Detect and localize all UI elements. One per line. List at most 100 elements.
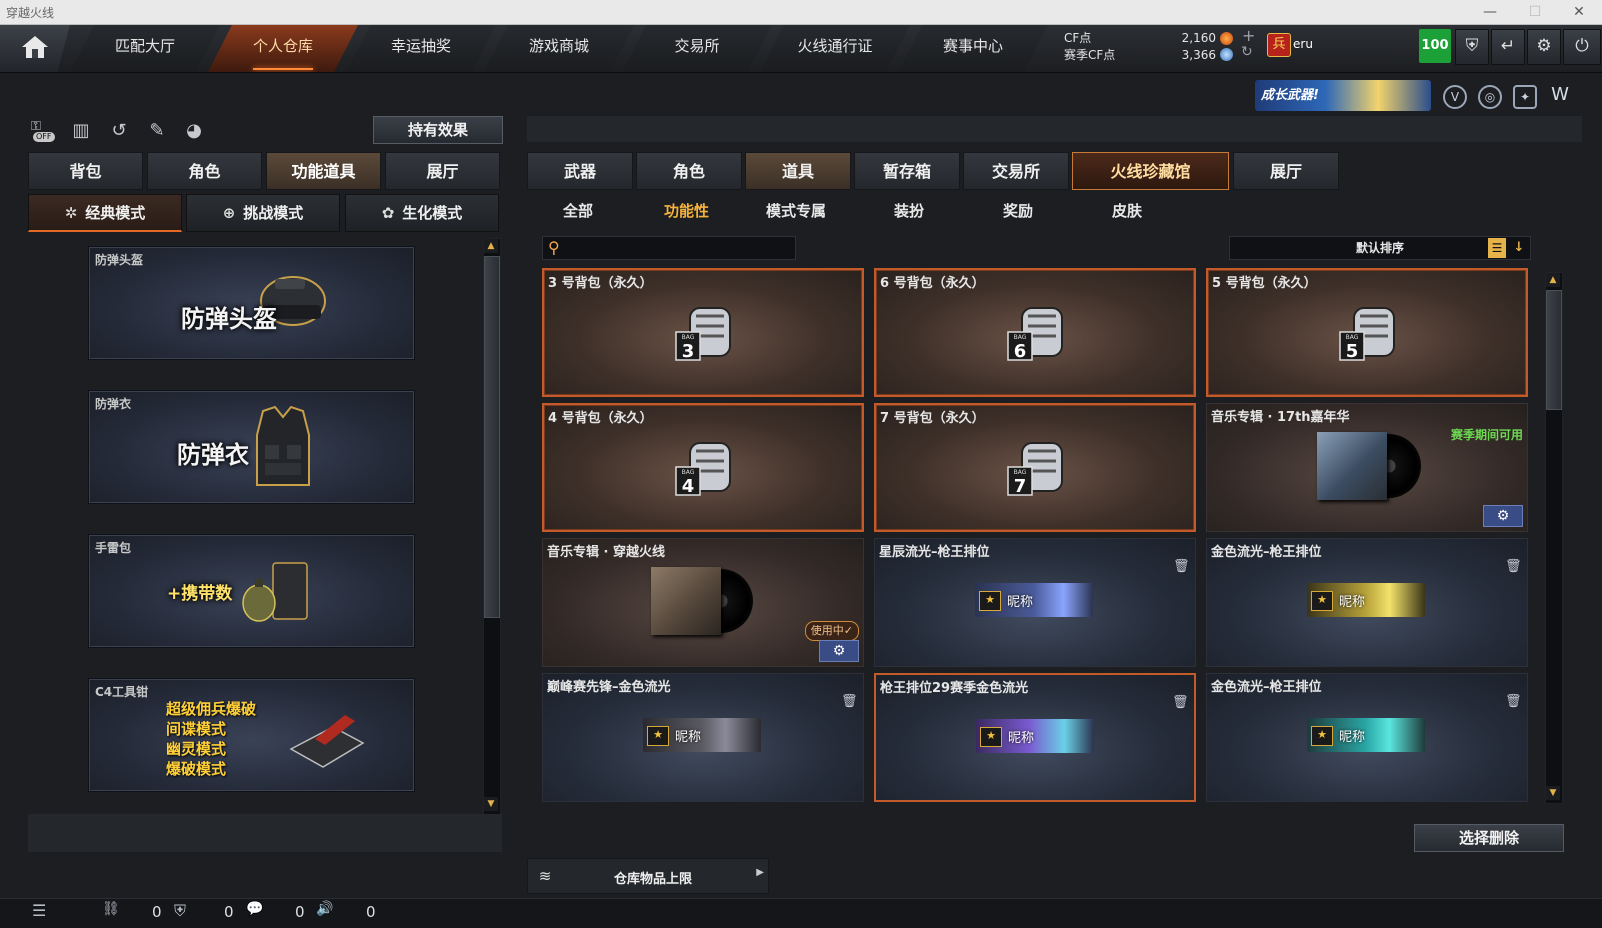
sort-dropdown[interactable]: 默认排序 ☰ ↓ bbox=[1229, 236, 1531, 260]
left-tab-character[interactable]: 角色 bbox=[147, 152, 262, 190]
sort-down-icon[interactable]: ↓ bbox=[1510, 238, 1528, 258]
item-card[interactable]: 星辰流光–枪王排位 🗑 ★ 昵称 bbox=[874, 538, 1196, 667]
maximize-button[interactable]: ☐ bbox=[1513, 2, 1557, 22]
binoculars-icon[interactable]: ⛓ bbox=[102, 901, 120, 917]
mode-tab-biochemical[interactable]: ✿ 生化模式 bbox=[345, 194, 499, 232]
hold-effect-button[interactable]: 持有效果 bbox=[373, 116, 503, 144]
nav-tab-match-lobby[interactable]: 匹配大厅 bbox=[70, 25, 220, 72]
item-card[interactable]: 金色流光–枪王排位 🗑 ★ 昵称 bbox=[1206, 538, 1528, 667]
item-title: 巅峰赛先锋–金色流光 bbox=[547, 680, 671, 695]
cf-coin-icon bbox=[1220, 32, 1233, 45]
subtab-functional[interactable]: 功能性 bbox=[664, 200, 709, 221]
shield-icon[interactable]: ⛨ bbox=[174, 901, 186, 921]
warehouse-limit-bar[interactable]: ≋ 仓库物品上限 ▶ bbox=[527, 858, 769, 894]
right-tab-weapons[interactable]: 武器 bbox=[527, 152, 633, 190]
refresh-icon[interactable]: ↻ bbox=[1241, 44, 1253, 60]
left-scrollbar-thumb[interactable] bbox=[484, 256, 500, 618]
bag-number: 6 bbox=[1014, 341, 1027, 362]
toggle-off-icon[interactable]: ⚿ OFF bbox=[31, 118, 57, 144]
grenade-icon[interactable]: ◕ bbox=[181, 118, 207, 144]
trash-icon[interactable]: 🗑 bbox=[1173, 559, 1190, 575]
subtab-mode-exclusive[interactable]: 模式专属 bbox=[766, 200, 826, 221]
item-card[interactable]: 金色流光–枪王排位 🗑 ★ 昵称 bbox=[1206, 673, 1528, 802]
subtab-all[interactable]: 全部 bbox=[563, 200, 593, 221]
right-tab-character[interactable]: 角色 bbox=[636, 152, 742, 190]
right-tab-items[interactable]: 道具 bbox=[745, 152, 851, 190]
nickname-label: 昵称 bbox=[1008, 731, 1035, 746]
select-delete-button[interactable]: 选择删除 bbox=[1414, 824, 1564, 852]
menu-list-icon[interactable]: ☰ bbox=[32, 901, 46, 920]
item-settings-button[interactable]: ⚙ bbox=[819, 640, 859, 662]
emblem-icon: ★ bbox=[647, 726, 669, 746]
nav-tab-lucky-draw[interactable]: 幸运抽奖 bbox=[346, 25, 496, 72]
equip-card-grenade-pack[interactable]: 手雷包 +携带数 bbox=[88, 534, 415, 648]
star-badge-icon[interactable]: ✦ bbox=[1513, 85, 1537, 109]
home-button[interactable] bbox=[0, 25, 70, 72]
list-view-icon[interactable]: ☰ bbox=[1488, 238, 1506, 258]
item-card[interactable]: 6 号背包（永久） BAG 6 bbox=[874, 268, 1196, 397]
left-tab-functional-items[interactable]: 功能道具 bbox=[266, 152, 381, 190]
left-scroll-down-icon[interactable]: ▼ bbox=[484, 797, 498, 811]
left-tab-showroom[interactable]: 展厅 bbox=[385, 152, 500, 190]
trash-icon[interactable]: 🗑 bbox=[1505, 559, 1522, 575]
trash-icon[interactable]: 🗑 bbox=[1172, 695, 1189, 711]
nav-tab-exchange[interactable]: 交易所 bbox=[622, 25, 772, 72]
item-settings-button[interactable]: ⚙ bbox=[1483, 505, 1523, 527]
nav-tab-personal-warehouse[interactable]: 个人仓库 bbox=[208, 25, 358, 72]
growth-weapon-banner[interactable]: 成长武器! bbox=[1255, 80, 1431, 111]
badge-v-icon[interactable]: V bbox=[1443, 85, 1467, 109]
nav-tab-battle-pass[interactable]: 火线通行证 bbox=[760, 25, 910, 72]
item-card[interactable]: 巅峰赛先锋–金色流光 🗑 ★ 昵称 bbox=[542, 673, 864, 802]
bag-number: 5 bbox=[1346, 341, 1359, 362]
right-tab-showroom[interactable]: 展厅 bbox=[1233, 152, 1339, 190]
left-scroll-up-icon[interactable]: ▲ bbox=[484, 239, 498, 253]
subtab-skins[interactable]: 皮肤 bbox=[1112, 200, 1142, 221]
item-card[interactable]: 音乐专辑 · 穿越火线 使用中✓ ⚙ bbox=[542, 538, 864, 667]
right-scroll-up-icon[interactable]: ▲ bbox=[1546, 273, 1560, 287]
item-card[interactable]: 7 号背包（永久） BAG 7 bbox=[874, 403, 1196, 532]
ranking-icon[interactable]: ▥ bbox=[68, 118, 94, 144]
history-icon[interactable]: ↺ bbox=[106, 118, 132, 144]
speaker-icon[interactable]: 🔊 bbox=[316, 901, 333, 917]
equip-card-c4-pliers[interactable]: C4工具钳 超级佣兵爆破 间谍模式 幽灵模式 爆破模式 bbox=[88, 678, 415, 792]
spray-icon[interactable]: ✎ bbox=[144, 118, 170, 144]
nav-tab-game-store[interactable]: 游戏商城 bbox=[484, 25, 634, 72]
item-card[interactable]: 5 号背包（永久） BAG 5 bbox=[1206, 268, 1528, 397]
trash-icon[interactable]: 🗑 bbox=[1505, 694, 1522, 710]
chat-icon[interactable]: 💬 bbox=[246, 901, 263, 917]
right-tab-collection[interactable]: 火线珍藏馆 bbox=[1072, 152, 1229, 190]
shield-icon[interactable]: ⛨ bbox=[1455, 29, 1489, 65]
mode-tab-challenge[interactable]: ⊕ 挑战模式 bbox=[186, 194, 340, 232]
item-card[interactable]: 音乐专辑 · 17th嘉年华 赛季期间可用 ⚙ bbox=[1206, 403, 1528, 532]
nickname-label: 昵称 bbox=[1339, 595, 1366, 610]
gear-icon[interactable]: ⚙ bbox=[1527, 29, 1561, 65]
level-badge[interactable]: 100 bbox=[1419, 29, 1451, 63]
emblem-icon: ★ bbox=[1311, 726, 1333, 746]
subtab-dress-up[interactable]: 装扮 bbox=[894, 200, 924, 221]
close-button[interactable]: ✕ bbox=[1557, 2, 1601, 22]
add-cf-icon[interactable]: + bbox=[1242, 26, 1255, 45]
item-card[interactable]: 3 号背包（永久） BAG 3 bbox=[542, 268, 864, 397]
mode-tab-classic-label: 经典模式 bbox=[85, 204, 146, 222]
globe-icon[interactable]: ◎ bbox=[1478, 85, 1502, 109]
w-logo-icon[interactable]: W bbox=[1548, 85, 1572, 109]
minimize-button[interactable]: — bbox=[1468, 2, 1512, 22]
nav-tab-event-center[interactable]: 赛事中心 bbox=[898, 25, 1048, 72]
left-tab-backpack[interactable]: 背包 bbox=[28, 152, 143, 190]
right-scroll-down-icon[interactable]: ▼ bbox=[1546, 786, 1560, 800]
item-card[interactable]: 枪王排位29赛季金色流光 🗑 ★ 昵称 bbox=[874, 673, 1196, 802]
subtab-rewards[interactable]: 奖励 bbox=[1003, 200, 1033, 221]
right-tab-exchange[interactable]: 交易所 bbox=[963, 152, 1069, 190]
mode-tab-classic[interactable]: ✲ 经典模式 bbox=[28, 194, 182, 232]
trash-icon[interactable]: 🗑 bbox=[841, 694, 858, 710]
c4-mode-list: 超级佣兵爆破 间谍模式 幽灵模式 爆破模式 bbox=[166, 699, 256, 779]
item-card[interactable]: 4 号背包（永久） BAG 4 bbox=[542, 403, 864, 532]
right-tab-storage[interactable]: 暂存箱 bbox=[854, 152, 960, 190]
return-icon[interactable]: ↵ bbox=[1491, 29, 1525, 65]
power-icon[interactable]: ⏻ bbox=[1563, 29, 1601, 65]
mode-tab-biochemical-label: 生化模式 bbox=[402, 204, 463, 222]
equip-card-helmet[interactable]: 防弹头盔 防弹头盔 bbox=[88, 246, 415, 360]
equip-card-vest[interactable]: 防弹衣 防弹衣 bbox=[88, 390, 415, 504]
search-input[interactable]: ⚲ bbox=[542, 236, 796, 260]
right-scrollbar-thumb[interactable] bbox=[1546, 290, 1562, 410]
